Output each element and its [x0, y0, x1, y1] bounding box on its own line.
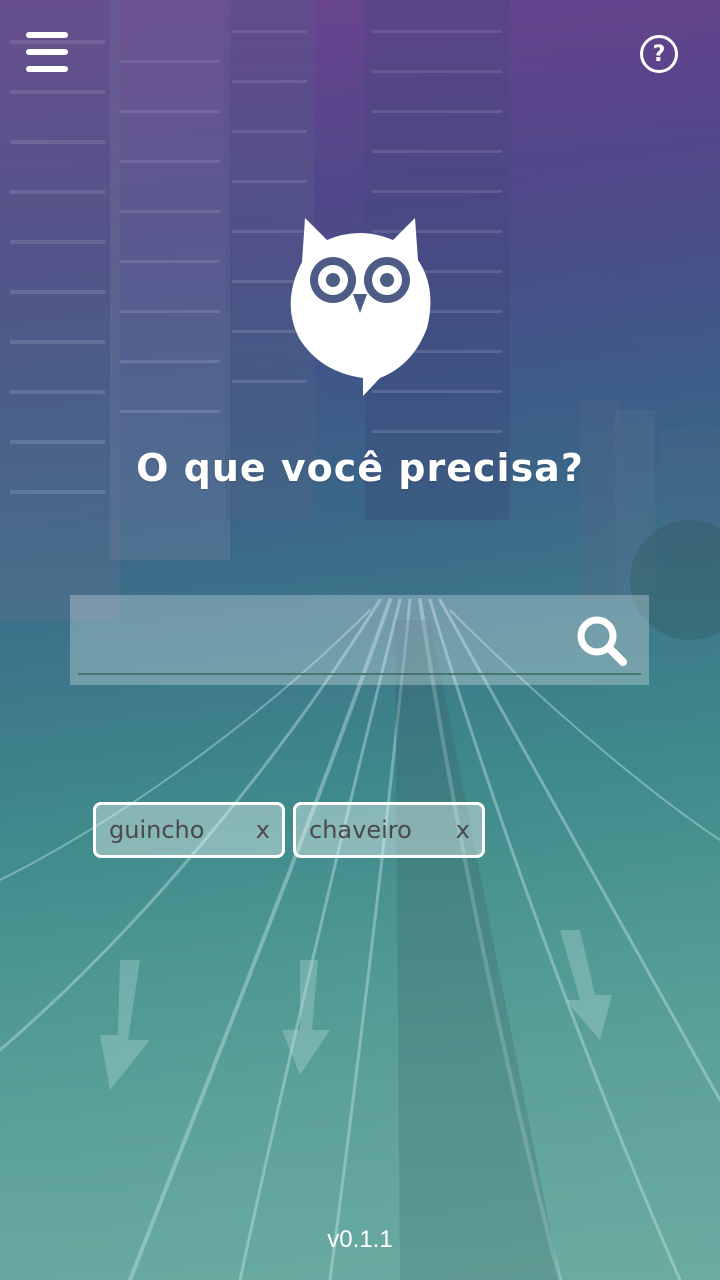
menu-bar: [26, 66, 68, 72]
search-input[interactable]: [78, 609, 568, 671]
remove-tag-button[interactable]: x: [456, 816, 470, 844]
tag-chip[interactable]: chaveiro x: [293, 802, 485, 858]
page-title: O que você precisa?: [136, 446, 584, 490]
menu-bar: [26, 49, 68, 55]
tag-list: guincho x chaveiro x: [93, 802, 485, 858]
question-circle-icon[interactable]: ?: [640, 35, 678, 73]
search-box: [70, 595, 649, 685]
tag-chip[interactable]: guincho x: [93, 802, 285, 858]
search-underline: [78, 673, 641, 675]
tag-label: chaveiro: [309, 816, 412, 844]
owl-logo-icon: [290, 218, 431, 396]
app-screen: ? O que você precisa? guincho x chaveiro…: [0, 0, 720, 1280]
menu-bar: [26, 32, 68, 38]
remove-tag-button[interactable]: x: [256, 816, 270, 844]
tag-label: guincho: [109, 816, 205, 844]
help-glyph: ?: [652, 41, 666, 67]
hamburger-menu-icon[interactable]: [26, 32, 68, 72]
search-icon[interactable]: [572, 611, 632, 671]
app-version: v0.1.1: [327, 1226, 393, 1253]
